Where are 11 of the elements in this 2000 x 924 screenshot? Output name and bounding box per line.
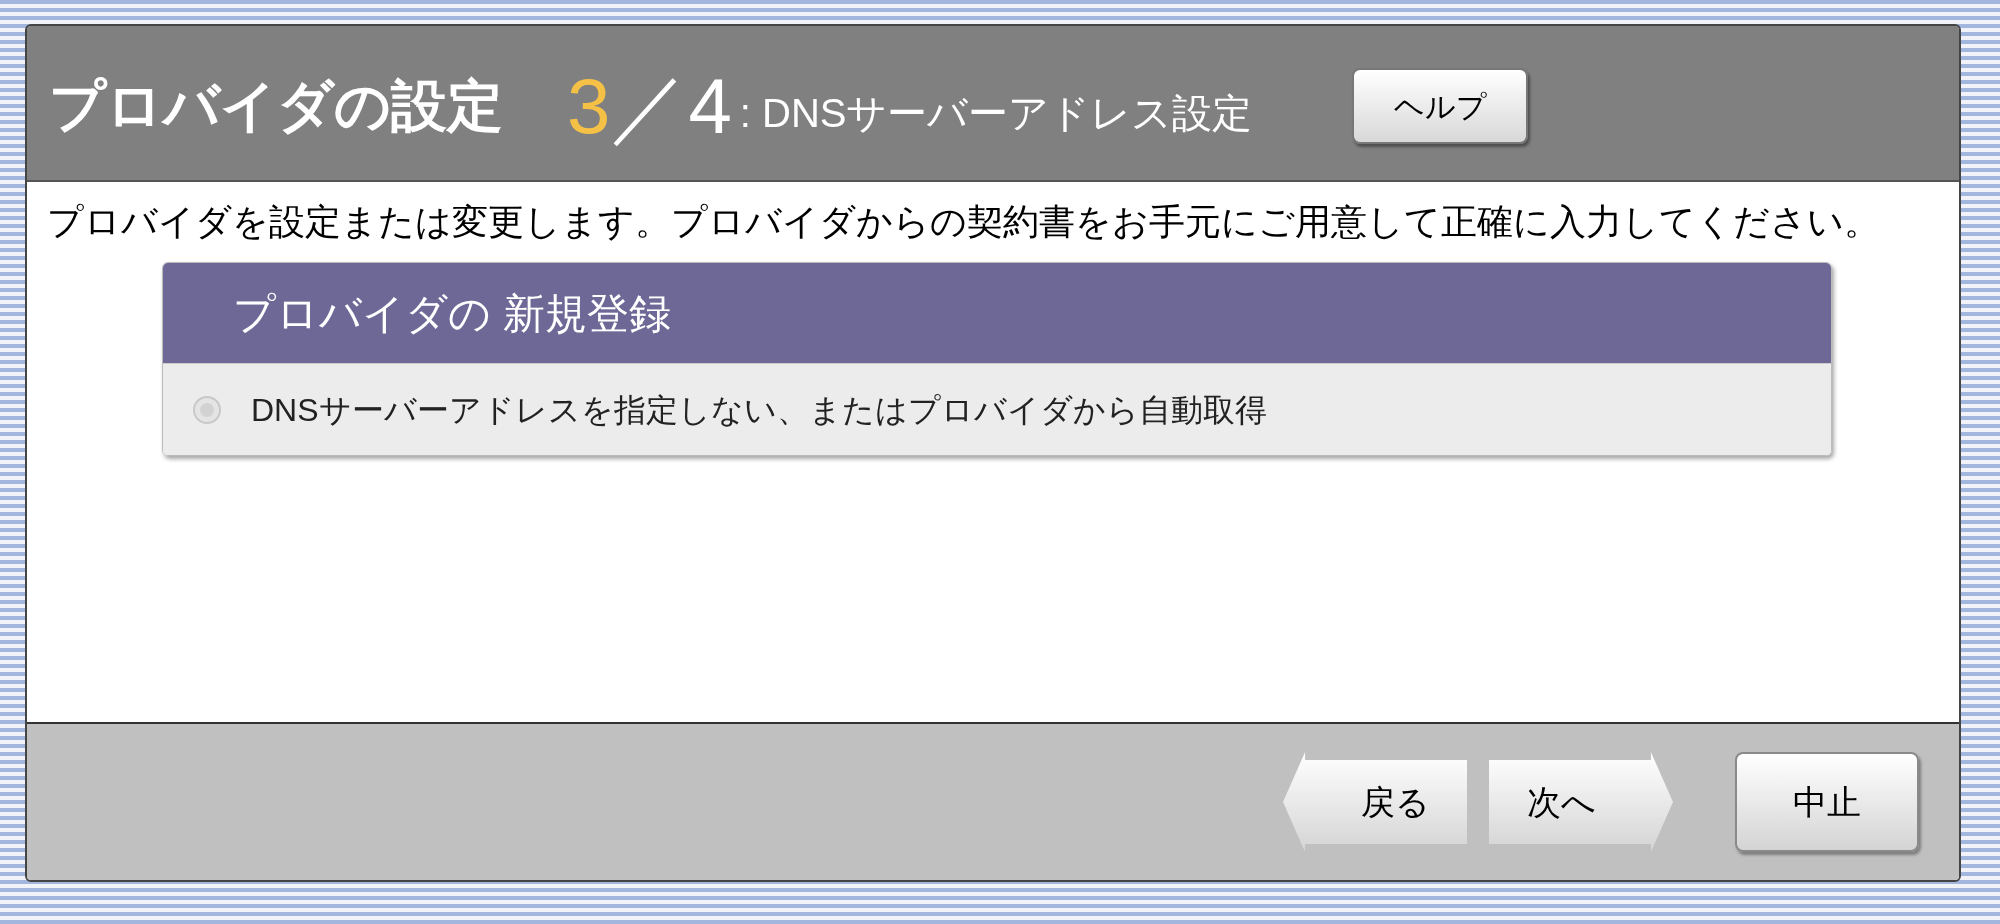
window-title: プロバイダの設定 xyxy=(49,78,503,134)
radio-label: DNSサーバーアドレスを指定しない、またはプロバイダから自動取得 xyxy=(251,390,1267,430)
step-current: 3 xyxy=(567,67,611,145)
step-name: : DNSサーバーアドレス設定 xyxy=(739,93,1253,133)
cancel-button[interactable]: 中止 xyxy=(1735,752,1919,852)
description-text: プロバイダを設定または変更します。プロバイダからの契約書をお手元にご用意して正確に入力してください。 xyxy=(46,200,1881,244)
next-button[interactable]: 次へ xyxy=(1489,752,1673,852)
card-title: プロバイダの 新規登録 xyxy=(233,288,671,339)
back-button[interactable]: 戻る xyxy=(1283,752,1467,852)
step-total: ／4 xyxy=(610,67,732,145)
help-button[interactable]: ヘルプ xyxy=(1352,68,1529,144)
